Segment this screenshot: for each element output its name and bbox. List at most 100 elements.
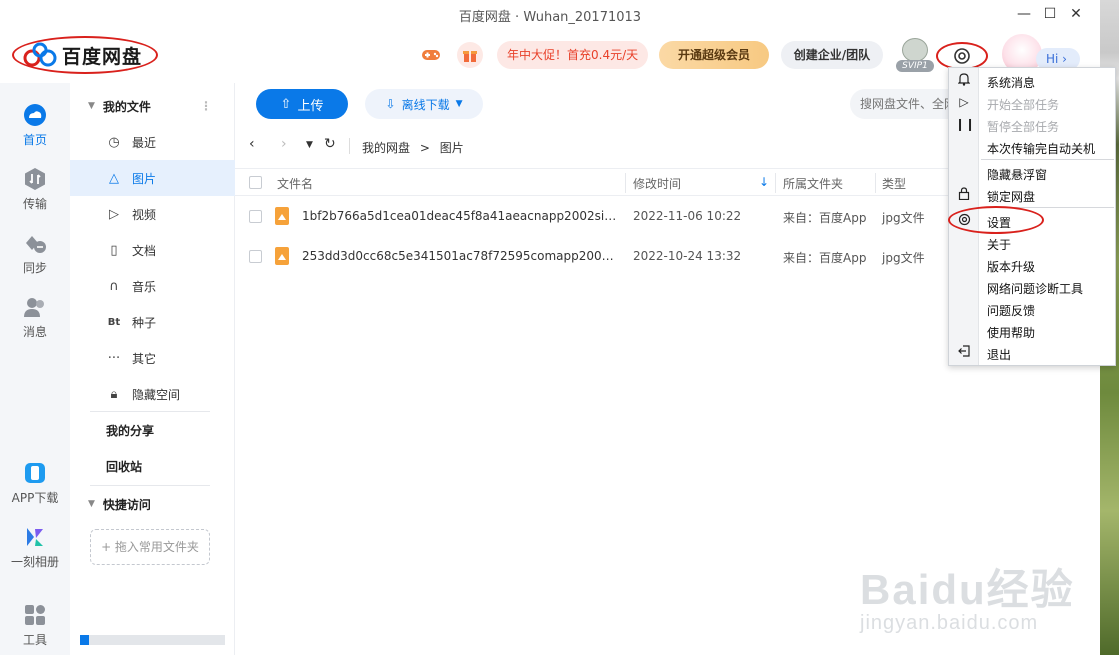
menu-label: 锁定网盘: [987, 190, 1036, 204]
add-quick-folder-dropzone[interactable]: + 拖入常用文件夹: [90, 529, 210, 565]
menu-label: 系统消息: [987, 76, 1036, 90]
offline-download-button[interactable]: ⇩ 离线下载 ▼: [365, 89, 483, 119]
menu-item-pause-all[interactable]: ❙❙ 暂停全部任务: [949, 114, 1115, 136]
window-title: 百度网盘 · Wuhan_20171013: [458, 10, 642, 25]
rail-item-album[interactable]: 一刻相册: [0, 525, 70, 570]
nav-item-images[interactable]: △ 图片: [70, 160, 235, 196]
nav-item-video[interactable]: ▷ 视频: [70, 196, 235, 232]
maximize-button[interactable]: ☐: [1038, 4, 1062, 24]
select-all-checkbox[interactable]: [249, 176, 262, 189]
menu-item-hide-float[interactable]: 隐藏悬浮窗: [949, 162, 1115, 184]
column-header-name[interactable]: 文件名: [277, 175, 313, 192]
rail-item-tools[interactable]: 工具: [0, 603, 70, 648]
close-button[interactable]: ✕: [1064, 4, 1088, 24]
rail-item-sync[interactable]: 同步: [0, 231, 70, 276]
nav-item-torrent[interactable]: Bt 种子: [70, 304, 235, 340]
breadcrumb-separator: >: [419, 141, 430, 155]
rail-label: APP下载: [11, 491, 59, 505]
nav-quick-access[interactable]: ▼ 快捷访问: [70, 486, 235, 522]
back-arrow-icon[interactable]: ‹: [249, 136, 255, 152]
create-team-button[interactable]: 创建企业/团队: [781, 41, 883, 69]
bt-icon: Bt: [107, 316, 121, 328]
file-name[interactable]: 253dd3d0cc68c5e341501ac78f72595comapp200…: [302, 249, 617, 263]
column-header-modified[interactable]: 修改时间: [633, 175, 681, 192]
lock-icon: [955, 187, 973, 203]
breadcrumb-root[interactable]: 我的网盘: [362, 141, 410, 155]
nav-item-other[interactable]: ··· 其它: [70, 340, 235, 376]
menu-label: 网络问题诊断工具: [987, 282, 1084, 296]
nav-my-files[interactable]: ▼ 我的文件 ⋮: [70, 88, 235, 124]
watermark-url: jingyan.baidu.com: [860, 612, 1039, 634]
rail-label: 传输: [22, 197, 47, 211]
rail-item-transfer[interactable]: 传输: [0, 167, 70, 212]
menu-item-system-messages[interactable]: 系统消息: [949, 70, 1115, 92]
nav-item-hidden-space[interactable]: 🔒︎ 隐藏空间: [70, 376, 235, 412]
exit-icon: [955, 345, 973, 361]
rail-item-home[interactable]: 首页: [0, 103, 70, 148]
watermark-brand: Baidu经验: [860, 566, 1075, 613]
refresh-icon[interactable]: ↻: [324, 136, 336, 152]
caret-down-icon: ▼: [88, 499, 95, 509]
game-icon[interactable]: [418, 42, 444, 68]
promo-banner[interactable]: 年中大促！首充0.4元/天: [497, 41, 649, 69]
menu-item-lock[interactable]: 锁定网盘: [949, 184, 1115, 206]
nav-item-music[interactable]: ∩ 音乐: [70, 268, 235, 304]
rail-item-message[interactable]: 消息: [0, 295, 70, 340]
breadcrumb: 我的网盘 > 图片: [362, 139, 464, 156]
upload-button[interactable]: ⇧ 上传: [256, 89, 348, 119]
forward-arrow-icon[interactable]: ›: [281, 136, 287, 152]
open-vip-button[interactable]: 开通超级会员: [659, 41, 769, 69]
menu-item-start-all[interactable]: ▷ 开始全部任务: [949, 92, 1115, 114]
rail-label: 消息: [22, 325, 47, 339]
column-header-folder[interactable]: 所属文件夹: [783, 175, 843, 192]
transfer-icon: [25, 168, 45, 190]
file-modified: 2022-10-24 13:32: [633, 249, 742, 263]
column-divider: [625, 173, 626, 193]
settings-gear-button[interactable]: [936, 42, 988, 70]
menu-label: 开始全部任务: [987, 98, 1060, 112]
history-dropdown-icon[interactable]: ▼: [306, 140, 313, 150]
nav-item-label: 最近: [132, 135, 157, 150]
clock-icon: ◷: [108, 134, 120, 150]
file-type: jpg文件: [882, 251, 925, 265]
rail-label: 一刻相册: [10, 555, 59, 569]
image-file-icon: [275, 207, 289, 225]
app-header: 百度网盘 年中大促！首充0.4元/天 开通超级会员 创建企业/团队 SVIP1 …: [0, 28, 1100, 83]
image-icon: △: [109, 170, 119, 186]
svip-avatar[interactable]: SVIP1: [896, 38, 934, 72]
row-checkbox[interactable]: [249, 210, 262, 223]
menu-item-auto-shutdown[interactable]: 本次传输完自动关机: [949, 136, 1115, 158]
nav-item-documents[interactable]: ▯ 文档: [70, 232, 235, 268]
menu-label: 版本升级: [987, 260, 1036, 274]
menu-label: 退出: [987, 348, 1012, 362]
rail-item-app-download[interactable]: APP下载: [0, 461, 70, 506]
nav-my-share[interactable]: 我的分享: [70, 412, 235, 448]
menu-item-exit[interactable]: 退出: [949, 342, 1115, 364]
nav-recycle-bin[interactable]: 回收站: [70, 448, 235, 484]
gift-icon[interactable]: [457, 42, 483, 68]
sort-down-icon[interactable]: ↓: [759, 175, 769, 189]
more-dots-icon[interactable]: ⋮: [200, 99, 212, 113]
minimize-button[interactable]: —: [1012, 4, 1036, 24]
column-header-type[interactable]: 类型: [882, 175, 906, 192]
menu-item-help[interactable]: 使用帮助: [949, 320, 1115, 342]
menu-item-feedback[interactable]: 问题反馈: [949, 298, 1115, 320]
file-folder: 来自：百度App: [783, 251, 867, 265]
row-checkbox[interactable]: [249, 250, 262, 263]
breadcrumb-current: 图片: [439, 141, 464, 155]
nav-item-recent[interactable]: ◷ 最近: [70, 124, 235, 160]
file-modified: 2022-11-06 10:22: [633, 209, 742, 223]
rail-label: 工具: [22, 633, 47, 647]
rail-label: 同步: [22, 261, 47, 275]
play-icon: ▷: [109, 206, 119, 222]
nav-item-label: 种子: [132, 315, 157, 330]
image-file-icon: [275, 247, 289, 265]
menu-label: 关于: [987, 238, 1012, 252]
menu-item-upgrade[interactable]: 版本升级: [949, 254, 1115, 276]
menu-item-network-diagnosis[interactable]: 网络问题诊断工具: [949, 276, 1115, 298]
menu-item-about[interactable]: 关于: [949, 232, 1115, 254]
logo-text: 百度网盘: [62, 45, 143, 68]
logo[interactable]: 百度网盘: [12, 36, 158, 74]
nav-item-label: 音乐: [132, 279, 157, 294]
file-name[interactable]: 1bf2b766a5d1cea01deac45f8a41aeacnapp2002…: [302, 209, 617, 223]
